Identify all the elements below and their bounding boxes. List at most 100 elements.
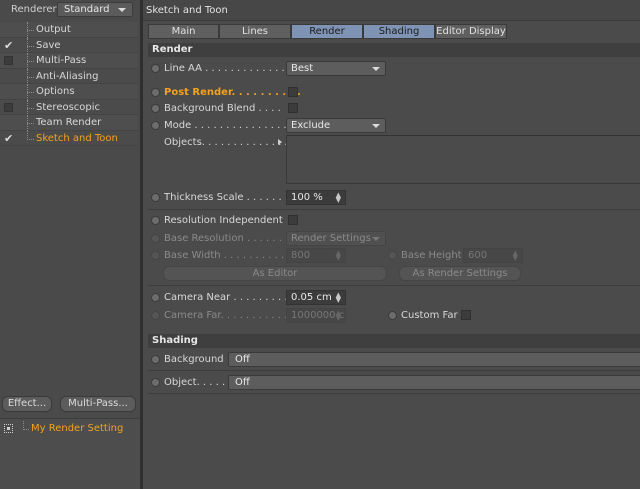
checkmark-icon[interactable]: ✔ — [4, 40, 13, 51]
animate-radio[interactable] — [151, 378, 160, 387]
animate-radio[interactable] — [151, 88, 160, 97]
tree-connector — [27, 92, 34, 93]
tree-item-options[interactable]: Options — [0, 84, 138, 100]
tab-editor-display[interactable]: Editor Display — [435, 24, 507, 39]
animate-radio[interactable] — [151, 234, 160, 243]
divider — [148, 285, 640, 286]
mode-dropdown[interactable]: Exclude — [286, 118, 386, 133]
as-render-settings-button[interactable]: As Render Settings — [399, 266, 521, 281]
tree-item-output[interactable]: Output — [0, 22, 138, 38]
render-setting-label: My Render Setting — [31, 423, 124, 434]
animate-radio[interactable] — [151, 216, 160, 225]
tree-item-team-render[interactable]: Team Render — [0, 115, 138, 131]
animate-radio[interactable] — [388, 251, 397, 260]
post-render-checkbox[interactable] — [288, 87, 298, 97]
object-value: Off — [235, 377, 250, 388]
objects-list-field[interactable] — [286, 135, 640, 184]
divider — [148, 393, 640, 394]
line-aa-row: Line AA . . . . . . . . . . . . . . Best — [148, 61, 640, 78]
animate-radio[interactable] — [151, 193, 160, 202]
multi-pass-button[interactable]: Multi-Pass... — [60, 396, 136, 412]
tree-item-sketch-and-toon[interactable]: ✔ Sketch and Toon — [0, 130, 138, 146]
stepper-arrows-icon[interactable]: ▲ ▼ — [513, 250, 518, 262]
render-settings-sidebar: Renderer Standard Output ✔ Save Multi-Pa… — [0, 0, 140, 489]
tree-item-stereoscopic[interactable]: Stereoscopic — [0, 99, 138, 116]
renderer-label: Renderer — [11, 4, 57, 15]
background-row: Background Off — [148, 352, 640, 369]
custom-far-label: Custom Far — [401, 310, 458, 321]
tree-connector — [27, 61, 34, 62]
mode-row: Mode . . . . . . . . . . . . . . . . Exc… — [148, 118, 640, 135]
tab-render[interactable]: Render — [291, 24, 363, 39]
tree-item-save[interactable]: ✔ Save — [0, 37, 138, 54]
objects-row: Objects. . . . . . . . . . . . . . — [148, 135, 640, 185]
base-width-label: Base Width . . . . . . . . . . . — [164, 250, 291, 261]
effect-button[interactable]: Effect... — [2, 396, 52, 412]
camera-near-input[interactable]: 0.05 cm ▲ ▼ — [286, 290, 346, 305]
tree-connector — [27, 107, 34, 109]
stepper-arrows-icon[interactable]: ▲ ▼ — [336, 292, 341, 304]
base-height-value: 600 — [468, 250, 488, 261]
checkmark-icon[interactable]: ✔ — [4, 133, 13, 144]
thickness-scale-value: 100 % — [291, 192, 323, 203]
line-aa-value: Best — [291, 63, 314, 74]
base-width-input[interactable]: 800 ▲ ▼ — [286, 248, 346, 263]
stepper-arrows-icon[interactable]: ▲ ▼ — [336, 310, 341, 322]
chevron-down-icon — [118, 8, 126, 12]
base-resolution-label: Base Resolution . . . . . . . — [164, 233, 289, 244]
custom-far-checkbox[interactable] — [461, 310, 471, 320]
stepper-arrows-icon[interactable]: ▲ ▼ — [336, 250, 341, 262]
renderer-value: Standard — [64, 4, 110, 15]
tab-main[interactable]: Main — [148, 24, 219, 39]
animate-radio[interactable] — [388, 311, 397, 320]
base-height-input[interactable]: 600 ▲ ▼ — [463, 248, 523, 263]
expand-arrow-icon[interactable] — [278, 139, 282, 145]
camera-far-label: Camera Far. . . . . . . . . . . — [164, 310, 288, 321]
resolution-independent-checkbox[interactable] — [288, 215, 298, 225]
tree-item-anti-aliasing[interactable]: Anti-Aliasing — [0, 68, 138, 85]
camera-far-row: Camera Far. . . . . . . . . . . 1000000 … — [148, 308, 640, 325]
base-resolution-row: Base Resolution . . . . . . . Render Set… — [148, 231, 640, 248]
background-blend-checkbox[interactable] — [288, 103, 298, 113]
camera-far-input[interactable]: 1000000 c ▲ ▼ — [286, 308, 346, 323]
render-section-header: Render — [148, 43, 640, 57]
base-resolution-dropdown[interactable]: Render Settings — [286, 231, 386, 246]
enable-checkbox[interactable] — [4, 56, 13, 65]
animate-radio[interactable] — [151, 104, 160, 113]
thickness-scale-input[interactable]: 100 % ▲ ▼ — [286, 190, 346, 205]
resolution-independent-label: Resolution Independent — [164, 215, 283, 226]
tree-connector — [27, 76, 34, 78]
render-settings-tree: Output ✔ Save Multi-Pass Anti-Aliasing O… — [0, 22, 138, 146]
tree-item-multi-pass[interactable]: Multi-Pass — [0, 53, 138, 69]
camera-near-value: 0.05 cm — [291, 292, 332, 303]
renderer-dropdown[interactable]: Standard — [57, 2, 133, 17]
object-dropdown[interactable]: Off — [228, 375, 640, 390]
line-aa-dropdown[interactable]: Best — [286, 61, 386, 76]
animate-radio[interactable] — [151, 64, 160, 73]
objects-label: Objects. . . . . . . . . . . . . . — [164, 137, 288, 148]
background-dropdown[interactable]: Off — [228, 352, 640, 367]
base-width-value: 800 — [291, 250, 311, 261]
animate-radio[interactable] — [151, 251, 160, 260]
render-setting-list: My Render Setting — [0, 418, 140, 489]
thickness-scale-row: Thickness Scale . . . . . . . . 100 % ▲ ▼ — [148, 190, 640, 207]
base-resolution-value: Render Settings — [291, 233, 371, 244]
tree-item-label: Anti-Aliasing — [36, 70, 99, 82]
tree-item-label: Team Render — [36, 117, 102, 128]
base-height-label: Base Height — [401, 250, 462, 261]
enable-checkbox[interactable] — [4, 102, 13, 112]
chevron-down-icon — [372, 124, 380, 128]
tree-item-label: Stereoscopic — [36, 101, 101, 113]
render-setting-item[interactable]: My Render Setting — [2, 421, 138, 437]
tab-shading[interactable]: Shading — [363, 24, 435, 39]
animate-radio[interactable] — [151, 293, 160, 302]
mode-value: Exclude — [291, 120, 331, 131]
animate-radio[interactable] — [151, 121, 160, 130]
as-editor-button[interactable]: As Editor — [163, 266, 387, 281]
animate-radio[interactable] — [151, 355, 160, 364]
stepper-arrows-icon[interactable]: ▲ ▼ — [336, 192, 341, 204]
tab-lines[interactable]: Lines — [219, 24, 291, 39]
animate-radio[interactable] — [151, 311, 160, 320]
attributes-panel: Sketch and Toon Main Lines Render Shadin… — [143, 0, 640, 489]
resolution-independent-row: Resolution Independent — [148, 213, 640, 230]
